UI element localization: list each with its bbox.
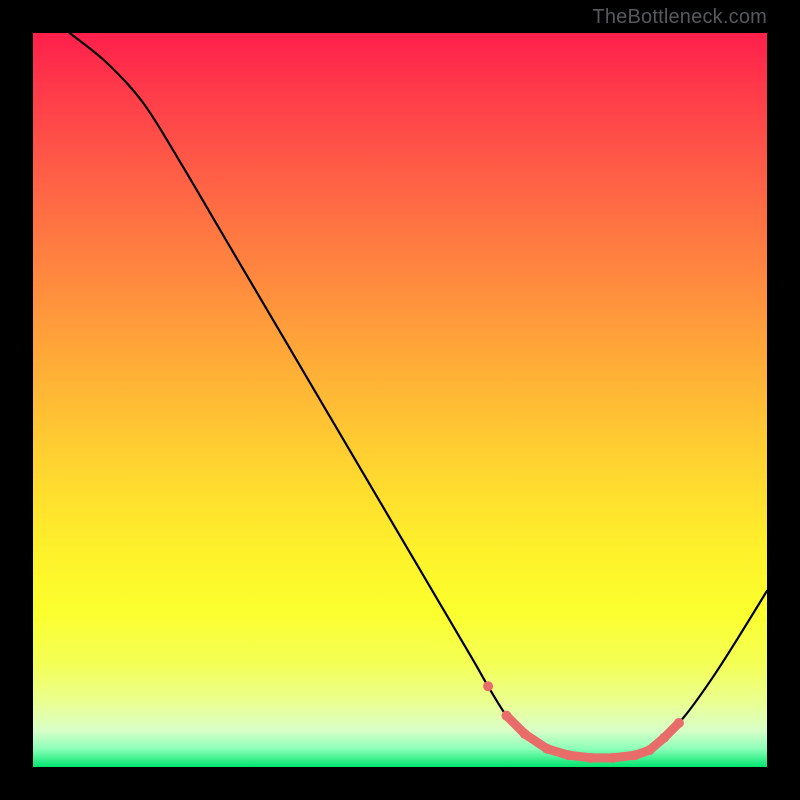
trough-dot (645, 745, 655, 755)
trough-dot (659, 733, 669, 743)
chart-container: TheBottleneck.com (0, 0, 800, 800)
curve-group (70, 33, 767, 763)
bottleneck-curve (70, 33, 767, 758)
trough-dot (608, 753, 618, 763)
trough-dot (483, 681, 493, 691)
dotted-segment (483, 681, 684, 763)
trough-dot (586, 753, 596, 763)
trough-dot (674, 718, 684, 728)
trough-dot (520, 729, 530, 739)
trough-dot (564, 750, 574, 760)
chart-svg (33, 33, 767, 767)
trough-dot (501, 711, 511, 721)
plot-area (33, 33, 767, 767)
attribution-text: TheBottleneck.com (592, 6, 767, 29)
trough-dot (542, 744, 552, 754)
trough-dot (630, 750, 640, 760)
